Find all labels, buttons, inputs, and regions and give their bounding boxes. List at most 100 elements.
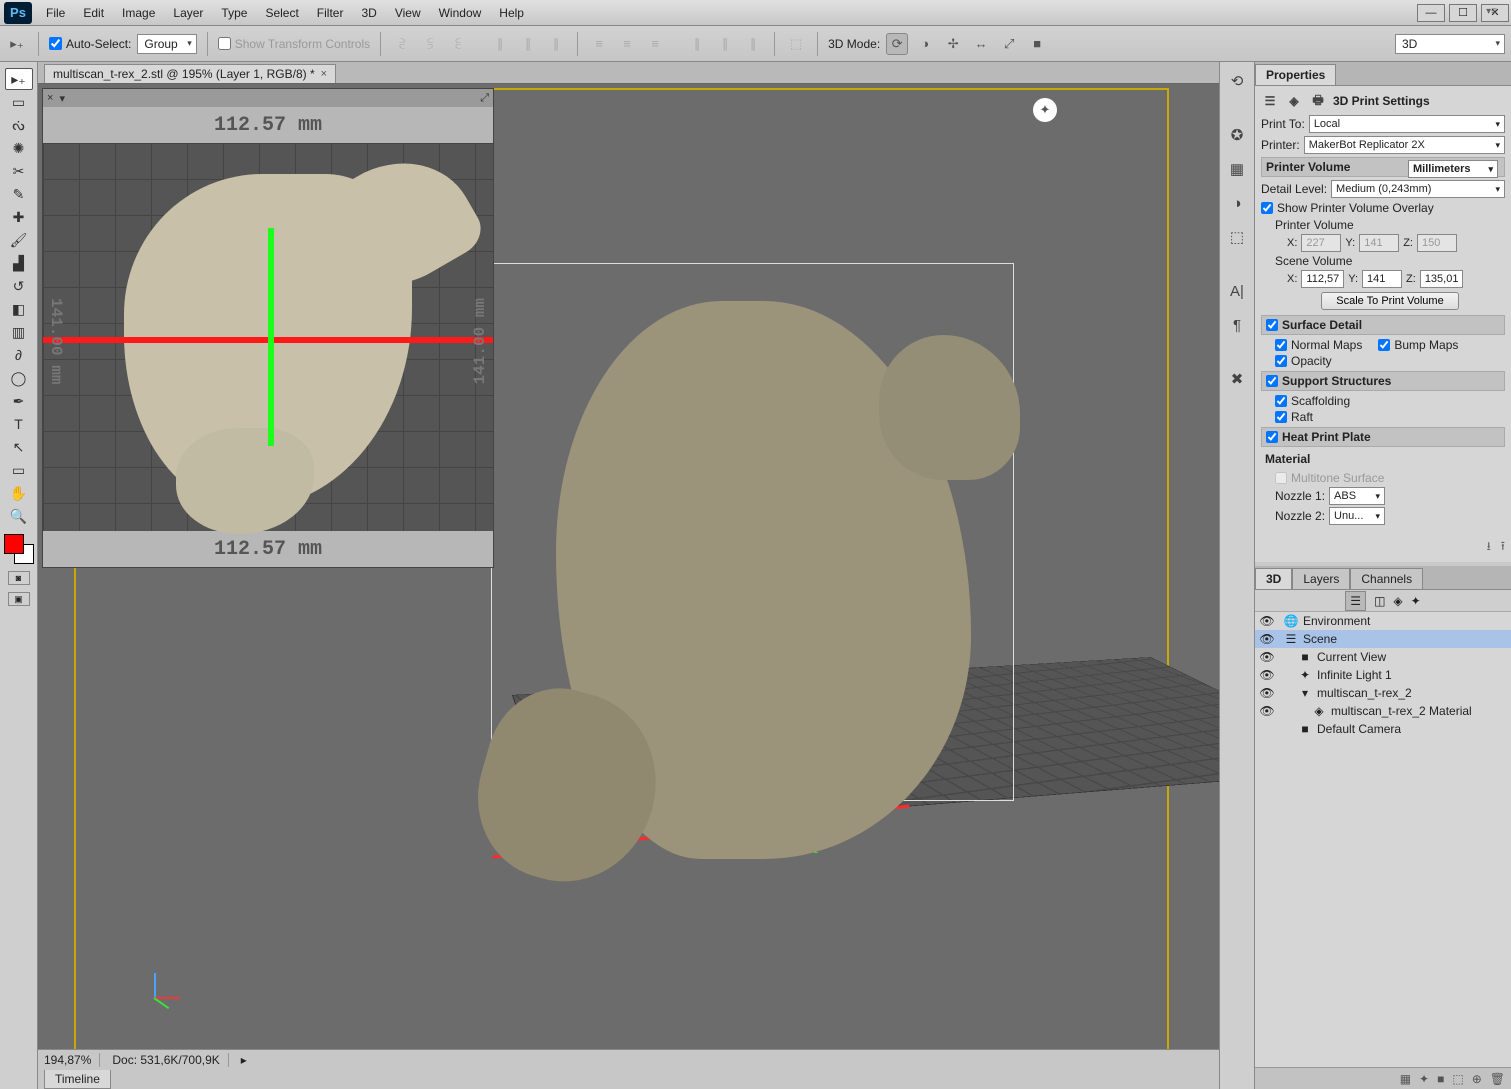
tree-item[interactable]: 👁🌐Environment	[1255, 612, 1511, 630]
tree-item[interactable]: 👁▾multiscan_t-rex_2	[1255, 684, 1511, 702]
3d-pan-icon[interactable]: ✢	[942, 33, 964, 55]
menu-file[interactable]: File	[38, 2, 73, 24]
strip-styles-icon[interactable]: ⬚	[1224, 224, 1250, 250]
visibility-eye-icon[interactable]: 👁	[1259, 632, 1275, 646]
tree-item[interactable]: 👁✦Infinite Light 1	[1255, 666, 1511, 684]
strip-tools-icon[interactable]: ✖	[1224, 366, 1250, 392]
tree-item[interactable]: 👁◈multiscan_t-rex_2 Material	[1255, 702, 1511, 720]
panel-menu-icon[interactable]: ▾≡	[1480, 2, 1503, 21]
new-light-icon[interactable]: ✦	[1419, 1072, 1429, 1086]
tree-item[interactable]: 👁☰Scene	[1255, 630, 1511, 648]
marquee-tool-icon[interactable]: ▭	[5, 91, 33, 113]
canvas[interactable]: ✦ × ▾ ⤢ 112.57 mm 141.00	[38, 84, 1219, 1089]
hand-tool-icon[interactable]: ✋	[5, 482, 33, 504]
menu-filter[interactable]: Filter	[309, 2, 352, 24]
print-icon[interactable]: 🖶	[1309, 92, 1327, 110]
menu-view[interactable]: View	[387, 2, 429, 24]
brush-tool-icon[interactable]: 🖌	[5, 229, 33, 251]
light-widget-icon[interactable]: ✦	[1033, 98, 1057, 122]
units-dropdown[interactable]: Millimeters	[1408, 160, 1498, 178]
move-tool-preset-icon[interactable]: ▸₊	[6, 33, 28, 55]
scaffolding-checkbox[interactable]	[1275, 395, 1287, 407]
printer-dropdown[interactable]: MakerBot Replicator 2X	[1304, 136, 1505, 154]
crop-tool-icon[interactable]: ✂	[5, 160, 33, 182]
auto-select-checkbox[interactable]: Auto-Select:	[49, 37, 131, 51]
sv-z-field[interactable]: 135,01	[1420, 270, 1464, 288]
strip-adjustments-icon[interactable]: ◑	[1224, 190, 1250, 216]
menu-3d[interactable]: 3D	[353, 2, 384, 24]
visibility-eye-icon[interactable]: 👁	[1259, 704, 1275, 718]
menu-type[interactable]: Type	[213, 2, 255, 24]
menu-select[interactable]: Select	[257, 2, 306, 24]
overlay-menu-icon[interactable]: ▾	[59, 92, 65, 105]
3d-scale-icon[interactable]: ⤢	[998, 33, 1020, 55]
path-select-tool-icon[interactable]: ↖	[5, 436, 33, 458]
filter-light-icon[interactable]: ✦	[1411, 594, 1421, 608]
tab-properties[interactable]: Properties	[1255, 64, 1336, 85]
visibility-eye-icon[interactable]: 👁	[1259, 668, 1275, 682]
filter-material-icon[interactable]: ◈	[1393, 594, 1402, 608]
eyedropper-tool-icon[interactable]: ✎	[5, 183, 33, 205]
tab-layers[interactable]: Layers	[1292, 568, 1350, 589]
screenmode-icon[interactable]: ▣	[8, 592, 30, 606]
timeline-tab[interactable]: Timeline	[44, 1070, 111, 1089]
visibility-eye-icon[interactable]: 👁	[1259, 650, 1275, 664]
document-tab[interactable]: multiscan_t-rex_2.stl @ 195% (Layer 1, R…	[44, 64, 336, 83]
overlay-expand-icon[interactable]: ⤢	[480, 92, 489, 105]
new-layer-icon[interactable]: ⊕	[1472, 1072, 1482, 1086]
support-structures-header[interactable]: Support Structures	[1261, 371, 1505, 391]
normal-maps-checkbox[interactable]	[1275, 339, 1287, 351]
workspace-dropdown[interactable]: 3D	[1395, 34, 1505, 54]
3d-orbit-icon[interactable]: ⟳	[886, 33, 908, 55]
overlay-close-icon[interactable]: ×	[47, 92, 53, 104]
stamp-tool-icon[interactable]: ▟	[5, 252, 33, 274]
tree-item[interactable]: 👁■Current View	[1255, 648, 1511, 666]
show-transform-checkbox[interactable]: Show Transform Controls	[218, 37, 370, 51]
tab-channels[interactable]: Channels	[1350, 568, 1423, 589]
3d-slide-icon[interactable]: ↔	[970, 33, 992, 55]
menu-layer[interactable]: Layer	[165, 2, 211, 24]
materials-icon[interactable]: ◈	[1285, 92, 1303, 110]
shape-tool-icon[interactable]: ▭	[5, 459, 33, 481]
print-to-dropdown[interactable]: Local	[1309, 115, 1505, 133]
move-tool-icon[interactable]: ▸₊	[5, 68, 33, 90]
lasso-tool-icon[interactable]: ᔔ	[5, 114, 33, 136]
mesh-icon[interactable]: ☰	[1261, 92, 1279, 110]
auto-select-dropdown[interactable]: Group	[137, 34, 196, 54]
bump-maps-checkbox[interactable]	[1378, 339, 1390, 351]
detail-dropdown[interactable]: Medium (0,243mm)	[1331, 180, 1505, 198]
filter-mesh-icon[interactable]: ◫	[1374, 594, 1385, 608]
sv-y-field[interactable]: 141	[1362, 270, 1402, 288]
visibility-eye-icon[interactable]: 👁	[1259, 686, 1275, 700]
export-stl-icon[interactable]: ⭳	[1487, 537, 1491, 558]
nozzle1-dropdown[interactable]: ABS	[1329, 487, 1385, 505]
gradient-tool-icon[interactable]: ▥	[5, 321, 33, 343]
render-icon[interactable]: ▦	[1400, 1072, 1411, 1086]
menu-edit[interactable]: Edit	[75, 2, 112, 24]
dodge-tool-icon[interactable]: ◯	[5, 367, 33, 389]
filter-scene-icon[interactable]: ☰	[1345, 591, 1366, 611]
blur-tool-icon[interactable]: ∂	[5, 344, 33, 366]
menu-help[interactable]: Help	[491, 2, 532, 24]
start-print-icon[interactable]: ⭱	[1501, 537, 1505, 558]
eraser-tool-icon[interactable]: ◧	[5, 298, 33, 320]
opacity-checkbox[interactable]	[1275, 355, 1287, 367]
quickmask-icon[interactable]: ◙	[8, 571, 30, 585]
type-tool-icon[interactable]: T	[5, 413, 33, 435]
healing-tool-icon[interactable]: ✚	[5, 206, 33, 228]
close-icon[interactable]: ×	[321, 68, 327, 80]
print-volume-overlay[interactable]: × ▾ ⤢ 112.57 mm 141.00 mm 141.00 mm 112.…	[42, 88, 494, 568]
surface-detail-header[interactable]: Surface Detail	[1261, 315, 1505, 335]
window-minimize-button[interactable]: —	[1417, 4, 1445, 22]
menu-image[interactable]: Image	[114, 2, 163, 24]
pen-tool-icon[interactable]: ✒	[5, 390, 33, 412]
strip-type-a-icon[interactable]: A|	[1224, 278, 1250, 304]
heat-print-plate-header[interactable]: Heat Print Plate	[1261, 427, 1505, 447]
tab-3d[interactable]: 3D	[1255, 568, 1292, 589]
3d-roll-icon[interactable]: ◑	[914, 33, 936, 55]
zoom-field[interactable]: 194,87%	[44, 1053, 100, 1067]
window-maximize-button[interactable]: ☐	[1449, 4, 1477, 22]
sv-x-field[interactable]: 112,57	[1301, 270, 1344, 288]
strip-history-icon[interactable]: ⟲	[1224, 68, 1250, 94]
nozzle2-dropdown[interactable]: Unu...	[1329, 507, 1385, 525]
